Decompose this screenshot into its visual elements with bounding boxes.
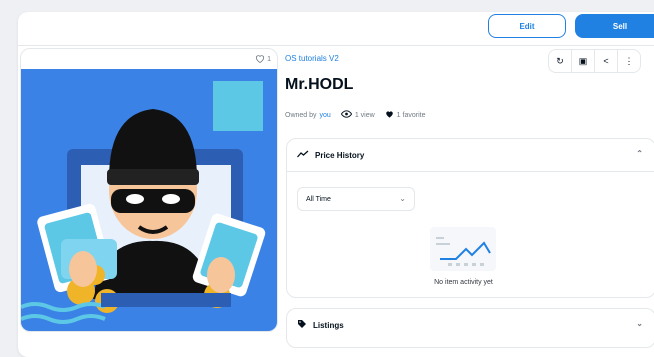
time-filter-select[interactable]: All Time ⌄	[297, 187, 415, 211]
asset-meta: Owned by you 1 view 1 favorite	[285, 110, 425, 120]
heart-icon[interactable]	[255, 54, 265, 65]
nft-media-card: 1	[20, 48, 278, 332]
heart-filled-icon	[385, 110, 394, 120]
price-history-label: Price History	[315, 150, 365, 160]
price-history-header[interactable]: Price History ⌃	[287, 139, 654, 172]
favorite-count: 1	[267, 55, 271, 63]
tag-icon	[297, 319, 307, 331]
sell-button[interactable]: Sell	[575, 14, 654, 38]
asset-action-group: ↻ ▣ < ⋮	[548, 49, 641, 73]
favorites-count: 1 favorite	[396, 111, 426, 119]
eye-icon	[340, 110, 352, 120]
listings-panel: Listings ⌄	[286, 308, 654, 348]
owned-by-label: Owned by	[285, 111, 317, 119]
asset-title: Mr.HODL	[285, 76, 354, 93]
price-history-panel: Price History ⌃ All Time ⌄ No item activ…	[286, 138, 654, 298]
empty-chart-icon	[430, 227, 496, 271]
collection-link[interactable]: OS tutorials V2	[285, 54, 339, 63]
owner-link[interactable]: you	[320, 112, 331, 119]
trend-icon	[297, 150, 309, 160]
chevron-down-icon: ⌄	[399, 194, 406, 203]
refresh-icon[interactable]: ↻	[549, 50, 572, 72]
chevron-down-icon[interactable]: ⌄	[636, 319, 643, 328]
listings-header[interactable]: Listings ⌄	[287, 309, 654, 341]
views-count: 1 view	[354, 111, 375, 119]
favorites-stat: 1 favorite	[385, 110, 426, 120]
media-header: 1	[21, 49, 277, 69]
nft-artwork-image[interactable]	[21, 69, 277, 331]
no-activity-text: No item activity yet	[434, 279, 493, 286]
time-filter-value: All Time	[306, 195, 331, 203]
views-stat: 1 view	[340, 110, 375, 120]
edit-button[interactable]: Edit	[488, 14, 566, 38]
share-icon[interactable]: <	[595, 50, 618, 72]
more-icon[interactable]: ⋮	[618, 50, 640, 72]
top-action-bar: Edit Sell	[18, 12, 654, 46]
gift-icon[interactable]: ▣	[572, 50, 595, 72]
chevron-up-icon[interactable]: ⌃	[636, 149, 643, 158]
listings-label: Listings	[313, 320, 344, 330]
